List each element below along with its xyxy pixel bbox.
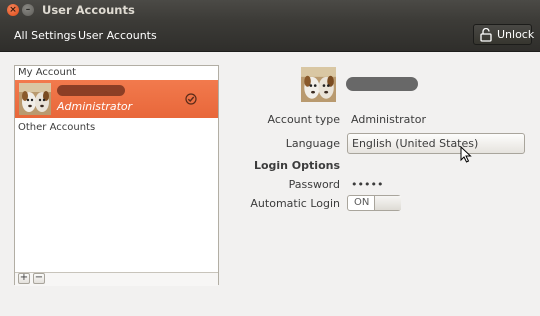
toggle-state-label: ON	[354, 197, 370, 208]
account-avatar-button[interactable]	[301, 67, 336, 102]
list-toolbar: + −	[15, 272, 218, 286]
redacted-name	[57, 85, 125, 96]
account-type-value[interactable]: Administrator	[351, 113, 426, 126]
toggle-knob	[374, 196, 401, 210]
user-avatar	[19, 83, 51, 115]
my-account-header: My Account	[18, 67, 77, 78]
logged-in-check-icon	[185, 93, 197, 105]
window-title: User Accounts	[42, 3, 135, 17]
lock-icon	[480, 28, 492, 42]
automatic-login-toggle[interactable]: ON	[347, 195, 401, 211]
account-row-selected[interactable]: Administrator	[15, 80, 218, 118]
unlock-button[interactable]: Unlock	[473, 24, 535, 45]
language-button[interactable]: English (United States)	[347, 133, 525, 154]
all-settings-button[interactable]: All Settings	[14, 29, 76, 42]
mouse-cursor-icon	[460, 146, 472, 163]
title-bar: × – User Accounts	[0, 0, 540, 21]
add-account-button[interactable]: +	[18, 273, 30, 284]
close-window-button[interactable]: ×	[7, 4, 19, 16]
account-type-label: Account type	[267, 113, 340, 126]
password-value[interactable]: •••••	[351, 178, 383, 191]
redacted-username[interactable]	[346, 77, 418, 91]
toolbar: All Settings User Accounts	[0, 21, 540, 52]
minimize-window-button[interactable]: –	[22, 4, 34, 16]
automatic-login-label: Automatic Login	[250, 197, 340, 210]
other-accounts-header: Other Accounts	[18, 122, 96, 133]
language-label: Language	[285, 137, 340, 150]
unlock-label: Unlock	[497, 28, 535, 41]
user-accounts-breadcrumb[interactable]: User Accounts	[78, 29, 157, 42]
accounts-list: My Account Administrator Other Accounts …	[14, 65, 219, 286]
account-role: Administrator	[57, 100, 133, 113]
password-label: Password	[288, 178, 340, 191]
login-options-header: Login Options	[253, 159, 340, 172]
remove-account-button[interactable]: −	[33, 273, 45, 284]
